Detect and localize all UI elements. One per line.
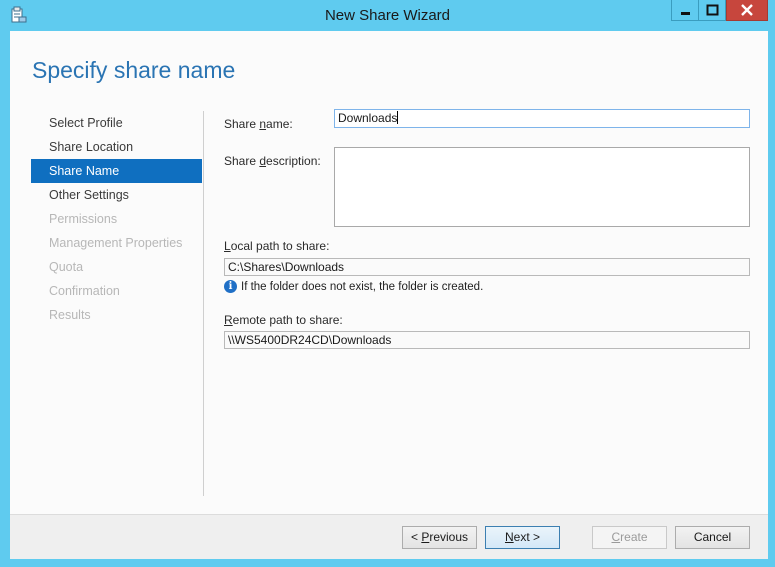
cancel-button[interactable]: Cancel (675, 526, 750, 549)
title-bar[interactable]: New Share Wizard (0, 0, 775, 31)
local-path-field[interactable]: C:\Shares\Downloads (224, 258, 750, 276)
nav-step-share-location[interactable]: Share Location (31, 135, 202, 159)
share-description-textarea[interactable] (334, 147, 750, 227)
minimize-icon (681, 12, 690, 15)
nav-step-select-profile[interactable]: Select Profile (31, 111, 202, 135)
maximize-button[interactable] (698, 0, 726, 21)
previous-button[interactable]: < Previous (402, 526, 477, 549)
local-path-label: Local path to share: (224, 239, 330, 253)
remote-path-field[interactable]: \\WS5400DR24CD\Downloads (224, 331, 750, 349)
create-button: Create (592, 526, 667, 549)
info-message: If the folder does not exist, the folder… (241, 281, 484, 293)
nav-step-share-name[interactable]: Share Name (31, 159, 202, 183)
page-title: Specify share name (32, 57, 236, 83)
info-icon: i (224, 280, 237, 293)
maximize-icon (706, 4, 719, 16)
nav-step-confirmation: Confirmation (49, 284, 120, 298)
nav-step-quota: Quota (49, 260, 84, 274)
window-title: New Share Wizard (324, 7, 451, 24)
nav-step-management-properties: Management Properties (49, 236, 183, 250)
nav-step-results: Results (49, 308, 91, 322)
share-name-label: Share name: (224, 117, 293, 131)
wizard-body: Specify share name Select Profile Share … (10, 31, 768, 559)
share-description-label: Share description: (224, 154, 321, 168)
minimize-button[interactable] (671, 0, 699, 21)
wizard-step-list: Select Profile Share Location Share Name… (31, 111, 202, 327)
next-button[interactable]: Next > (485, 526, 560, 549)
wizard-window: New Share Wizard Specify share name Sele… (0, 0, 775, 567)
remote-path-label: Remote path to share: (224, 313, 343, 327)
nav-divider (203, 111, 204, 496)
nav-step-other-settings[interactable]: Other Settings (31, 183, 202, 207)
close-button[interactable] (726, 0, 768, 21)
nav-step-permissions: Permissions (49, 212, 118, 226)
close-icon (741, 4, 753, 16)
share-name-input[interactable]: Downloads (334, 109, 750, 128)
